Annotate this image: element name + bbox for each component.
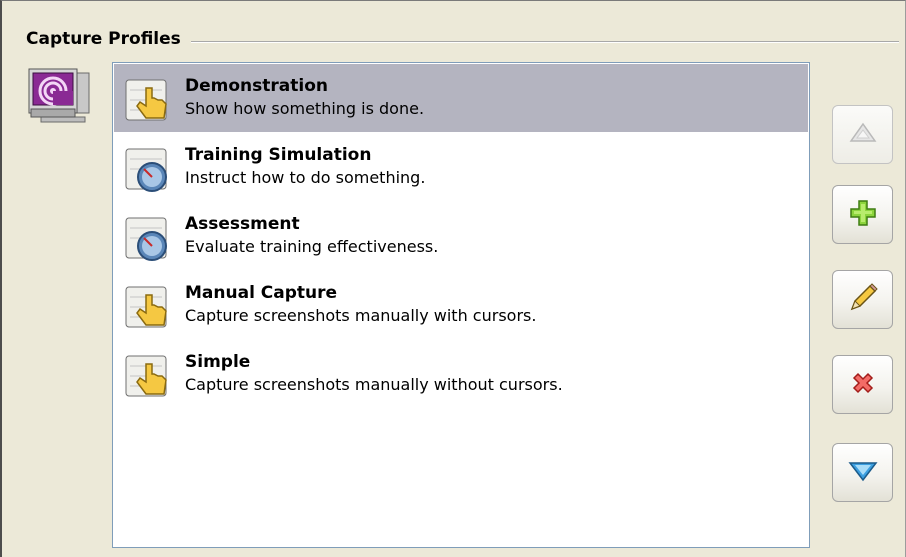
capture-profiles-panel: Capture Profiles Demonstration Show how … (0, 0, 906, 557)
profile-title: Manual Capture (185, 283, 338, 303)
profile-description: Instruct how to do something. (185, 168, 426, 187)
profile-item-manual-capture[interactable]: Manual Capture Capture screenshots manua… (114, 271, 808, 339)
profile-description: Evaluate training effectiveness. (185, 237, 439, 256)
profile-item-training-simulation[interactable]: Training Simulation Instruct how to do s… (114, 133, 808, 201)
edit-button[interactable] (832, 270, 893, 329)
profile-title: Demonstration (185, 76, 328, 96)
group-title: Capture Profiles (26, 28, 191, 50)
profile-item-simple[interactable]: Simple Capture screenshots manually with… (114, 340, 808, 408)
monitor-capture-icon (27, 67, 93, 125)
add-button[interactable] (832, 185, 893, 244)
delete-button[interactable] (832, 355, 893, 414)
red-x-icon (849, 369, 877, 401)
hand-pointer-icon (124, 283, 174, 333)
move-down-button[interactable] (832, 443, 893, 502)
hand-pointer-icon (124, 352, 174, 402)
move-up-button[interactable] (832, 105, 893, 164)
gauge-icon (124, 214, 174, 264)
profile-item-demonstration[interactable]: Demonstration Show how something is done… (114, 64, 808, 132)
profile-description: Capture screenshots manually with cursor… (185, 306, 537, 325)
pencil-icon (846, 281, 880, 319)
gauge-icon (124, 145, 174, 195)
plus-icon (848, 198, 878, 232)
profile-title: Assessment (185, 214, 300, 234)
profile-description: Capture screenshots manually without cur… (185, 375, 563, 394)
profile-item-assessment[interactable]: Assessment Evaluate training effectivene… (114, 202, 808, 270)
down-arrow-icon (847, 459, 879, 487)
profiles-list[interactable]: Demonstration Show how something is done… (112, 62, 810, 548)
profile-title: Training Simulation (185, 145, 372, 165)
profile-title: Simple (185, 352, 251, 372)
profile-description: Show how something is done. (185, 99, 425, 118)
hand-pointer-icon (124, 76, 174, 126)
up-arrow-icon (848, 121, 878, 149)
